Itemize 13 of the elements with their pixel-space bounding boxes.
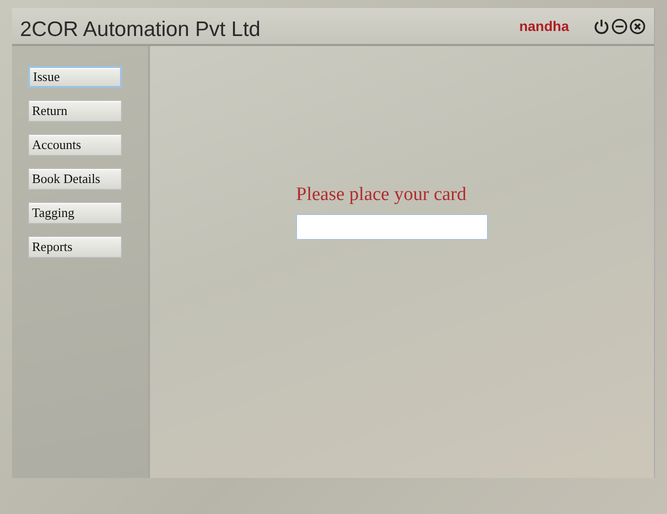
menu-button[interactable]: Reports (28, 236, 122, 258)
menu-button[interactable]: Return (28, 100, 122, 122)
minimize-icon[interactable] (611, 18, 628, 34)
card-input-field[interactable] (296, 214, 488, 240)
menu-button[interactable]: Tagging (28, 202, 122, 224)
menu-button[interactable]: Issue (28, 66, 122, 88)
user-name: nandha (519, 18, 569, 34)
window-title: 2COR Automation Pvt Ltd (20, 18, 260, 42)
menu-button[interactable]: Book Details (28, 168, 122, 190)
menu-button[interactable]: Accounts (28, 134, 122, 156)
power-icon[interactable] (593, 18, 610, 34)
card-prompt: Please place your card (296, 184, 468, 206)
close-icon[interactable] (629, 18, 646, 34)
